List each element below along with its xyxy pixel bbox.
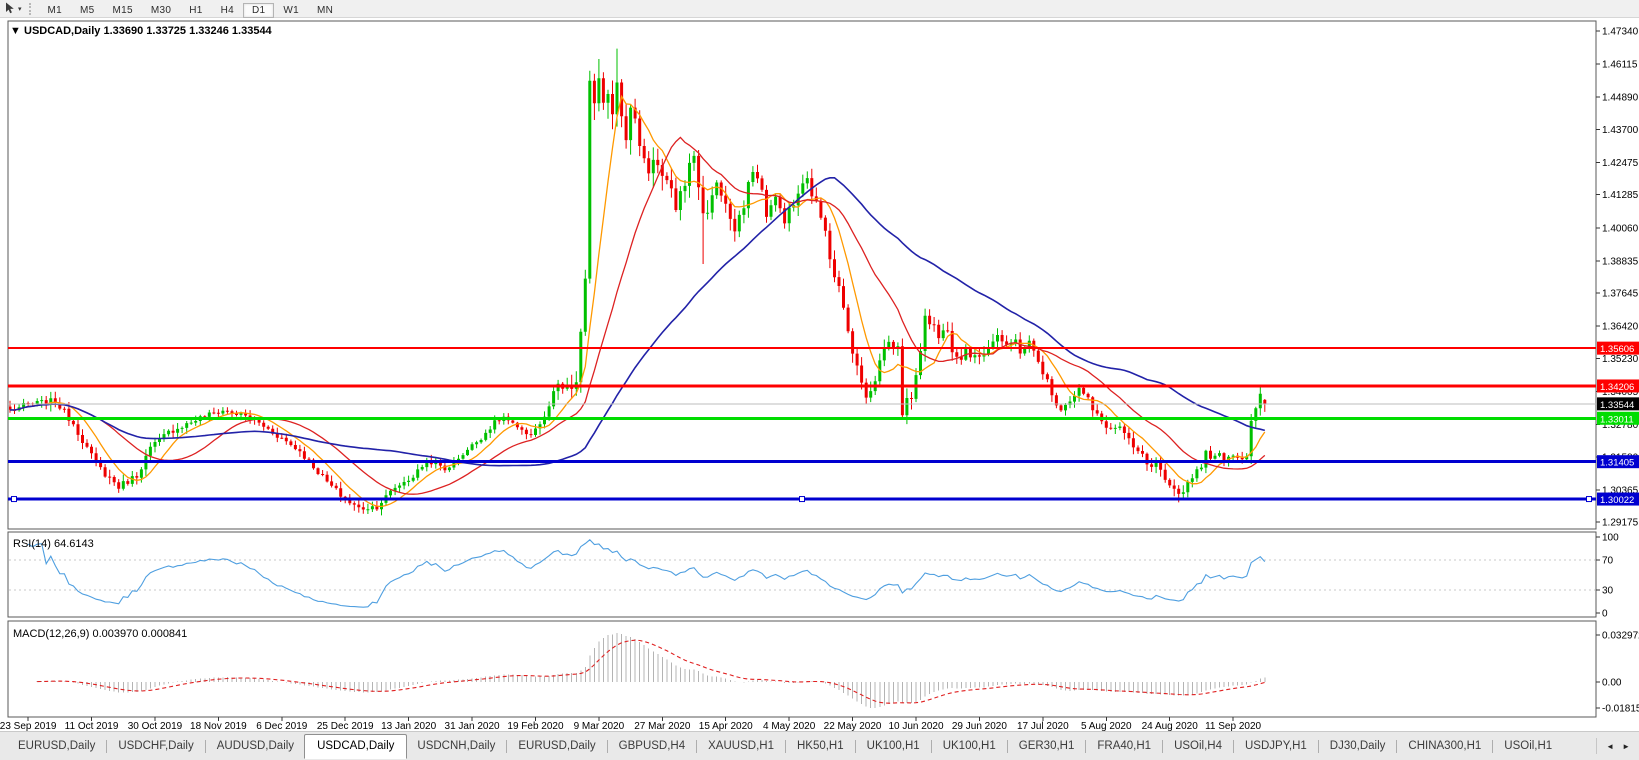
price-axis-label: 1.36420 — [1602, 322, 1639, 333]
chart-tabs: EURUSD,DailyUSDCHF,DailyAUDUSD,DailyUSDC… — [0, 732, 1596, 760]
price-axis-label: 1.40060 — [1602, 223, 1639, 234]
chart-title: USDCAD,Daily 1.33690 1.33725 1.33246 1.3… — [24, 25, 273, 37]
tab-separator — [106, 740, 107, 753]
price-axis-label: 1.44890 — [1602, 93, 1639, 104]
macd-label: MACD(12,26,9) 0.003970 0.000841 — [13, 628, 187, 640]
tab-separator — [931, 740, 932, 753]
timeframe-toolbar: M1M5M15M30H1H4D1W1MN — [39, 0, 343, 18]
price-badge-1.35606: 1.35606 — [1597, 342, 1639, 356]
tab-separator — [1085, 740, 1086, 753]
tab-separator — [1492, 740, 1493, 753]
chart-tab-usdjpy-h1[interactable]: USDJPY,H1 — [1235, 736, 1317, 756]
chart-tab-gbpusd-h4[interactable]: GBPUSD,H4 — [609, 736, 695, 756]
price-badge-1.33011: 1.33011 — [1597, 412, 1639, 426]
price-axis-label: 1.46115 — [1602, 60, 1638, 71]
tab-separator — [1318, 740, 1319, 753]
toolbar-grip — [29, 3, 34, 15]
price-axis-label: 1.38835 — [1602, 256, 1639, 267]
macd-pane[interactable] — [8, 621, 1596, 717]
price-badge-1.34206: 1.34206 — [1597, 379, 1639, 393]
timeframe-button-h1[interactable]: H1 — [180, 3, 211, 18]
tab-scroll-right-icon[interactable]: ► — [1622, 742, 1630, 751]
rsi-axis-label: 30 — [1602, 586, 1614, 597]
timeframe-button-d1[interactable]: D1 — [243, 3, 274, 18]
timeframe-button-m30[interactable]: M30 — [142, 3, 180, 18]
chart-tab-usdcnh-daily[interactable]: USDCNH,Daily — [407, 736, 505, 756]
tab-separator — [1162, 740, 1163, 753]
price-axis-label: 1.47340 — [1602, 27, 1639, 38]
timeframe-button-m15[interactable]: M15 — [104, 3, 142, 18]
svg-text:1.33011: 1.33011 — [1600, 414, 1634, 425]
mt4-window: ▾ M1M5M15M30H1H4D1W1MN 1.47340 1.46115 1.4… — [0, 0, 1639, 760]
tab-scroll-left-icon[interactable]: ◄ — [1606, 742, 1614, 751]
chart-tab-eurusd-daily[interactable]: EURUSD,Daily — [8, 736, 105, 756]
timeframe-button-m5[interactable]: M5 — [71, 3, 104, 18]
tab-separator — [506, 740, 507, 753]
chart-tab-eurusd-daily[interactable]: EURUSD,Daily — [508, 736, 605, 756]
timeframe-button-m1[interactable]: M1 — [39, 3, 72, 18]
svg-text:1.30022: 1.30022 — [1600, 495, 1634, 506]
toolbar: ▾ M1M5M15M30H1H4D1W1MN — [0, 0, 1639, 18]
cursor-tool-button[interactable]: ▾ — [0, 0, 25, 17]
chart-tab-ger30-h1[interactable]: GER30,H1 — [1009, 736, 1085, 756]
chart-tabs-bar: EURUSD,DailyUSDCHF,DailyAUDUSD,DailyUSDC… — [0, 731, 1639, 760]
cursor-icon — [4, 2, 16, 15]
price-axis-label: 1.35230 — [1602, 354, 1639, 365]
chart-tab-uk100-h1[interactable]: UK100,H1 — [933, 736, 1006, 756]
price-axis-label: 1.41285 — [1602, 190, 1639, 201]
chart-area: 1.47340 1.46115 1.44890 1.43700 1.42475 1.412… — [0, 0, 1639, 760]
chart-tab-uk100-h1[interactable]: UK100,H1 — [857, 736, 930, 756]
rsi-axis-label: 100 — [1602, 533, 1619, 544]
chart-tab-china300-h1[interactable]: CHINA300,H1 — [1398, 736, 1491, 756]
tab-separator — [1396, 740, 1397, 753]
svg-text:1.31405: 1.31405 — [1600, 458, 1634, 469]
chart-collapse-icon[interactable]: ▼ — [10, 25, 21, 37]
tab-separator — [696, 740, 697, 753]
price-axis-label: 1.43700 — [1602, 125, 1639, 136]
chart-tab-usdcad-daily[interactable]: USDCAD,Daily — [304, 734, 407, 759]
chart-tab-dj30-daily[interactable]: DJ30,Daily — [1320, 736, 1396, 756]
rsi-label: RSI(14) 64.6143 — [13, 538, 94, 550]
time-axis[interactable]: 23 Sep 201911 Oct 201930 Oct 201918 Nov … — [0, 717, 1262, 732]
svg-text:1.35606: 1.35606 — [1600, 344, 1634, 355]
chart-tab-fra40-h1[interactable]: FRA40,H1 — [1087, 736, 1161, 756]
chart-tab-hk50-h1[interactable]: HK50,H1 — [787, 736, 854, 756]
price-axis[interactable]: 1.47340 1.46115 1.44890 1.43700 1.42475 1.412… — [1596, 27, 1639, 715]
rsi-pane[interactable] — [8, 532, 1596, 617]
price-axis-label: 1.29175 — [1602, 517, 1639, 528]
current-price-badge: 1.33544 — [1597, 397, 1639, 411]
tab-separator — [855, 740, 856, 753]
hline-drag-handle[interactable] — [12, 497, 17, 502]
tab-scroll-arrows: ◄ ► — [1596, 738, 1639, 754]
main-chart-pane[interactable] — [8, 21, 1596, 529]
chart-tab-usoil-h4[interactable]: USOil,H4 — [1164, 736, 1232, 756]
chevron-down-icon[interactable]: ▾ — [18, 5, 22, 13]
tab-separator — [1233, 740, 1234, 753]
rsi-axis-label: 0 — [1602, 609, 1608, 620]
svg-text:1.34206: 1.34206 — [1600, 382, 1634, 393]
price-badge-1.30022: 1.30022 — [1597, 493, 1639, 507]
macd-axis-label: 0.00 — [1602, 678, 1622, 689]
chart-tab-usdchf-daily[interactable]: USDCHF,Daily — [108, 736, 203, 756]
tab-separator — [205, 740, 206, 753]
macd-axis-label: 0.032972 — [1602, 630, 1639, 641]
rsi-axis-label: 70 — [1602, 555, 1614, 566]
tab-separator — [607, 740, 608, 753]
timeframe-button-mn[interactable]: MN — [308, 3, 342, 18]
macd-axis-label: -0.018154 — [1602, 703, 1639, 714]
svg-text:1.33544: 1.33544 — [1600, 400, 1634, 411]
chart-tab-audusd-daily[interactable]: AUDUSD,Daily — [207, 736, 304, 756]
hline-drag-handle[interactable] — [800, 497, 805, 502]
price-axis-label: 1.37645 — [1602, 289, 1639, 300]
price-axis-label: 1.42475 — [1602, 158, 1639, 169]
price-badge-1.31405: 1.31405 — [1597, 455, 1639, 469]
chart-tab-xauusd-h1[interactable]: XAUUSD,H1 — [698, 736, 784, 756]
chart-tab-usoil-h1[interactable]: USOil,H1 — [1494, 736, 1562, 756]
tab-separator — [785, 740, 786, 753]
tab-separator — [1007, 740, 1008, 753]
timeframe-button-w1[interactable]: W1 — [274, 3, 308, 18]
timeframe-button-h4[interactable]: H4 — [212, 3, 243, 18]
hline-drag-handle[interactable] — [1587, 497, 1592, 502]
